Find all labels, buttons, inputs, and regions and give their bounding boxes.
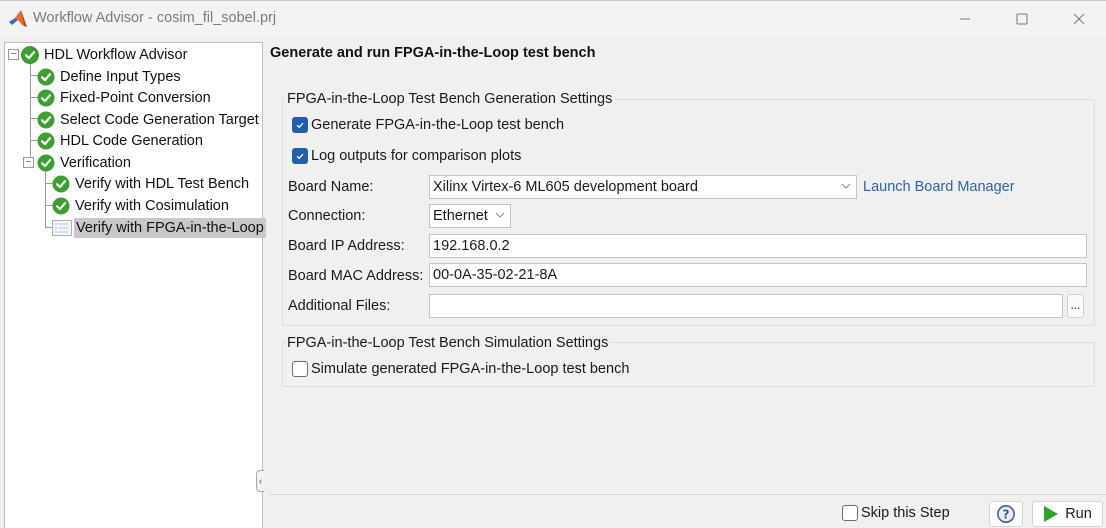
generate-tb-label: Generate FPGA-in-the-Loop test bench bbox=[311, 117, 565, 133]
tree-item-label: Verify with HDL Test Bench bbox=[75, 175, 250, 192]
board-name-value: Xilinx Virtex-6 ML605 development board bbox=[433, 179, 698, 195]
tree-item-define-input-types[interactable]: Define Input Types bbox=[37, 66, 183, 87]
generate-tb-checkbox[interactable] bbox=[292, 117, 308, 133]
tree-item-hdl-code-generation[interactable]: HDL Code Generation bbox=[37, 130, 205, 151]
run-label: Run bbox=[1065, 506, 1092, 522]
check-circle-icon bbox=[37, 68, 55, 85]
tree-item-label: HDL Workflow Advisor bbox=[44, 46, 188, 63]
tree-item-verification[interactable]: Verification bbox=[37, 152, 133, 173]
check-circle-icon bbox=[52, 197, 70, 214]
tree-item-verify-with-fpga-in-the-loop[interactable]: Verify with FPGA-in-the-Loop bbox=[52, 217, 266, 238]
simulate-tb-label: Simulate generated FPGA-in-the-Loop test… bbox=[311, 361, 630, 377]
board-mac-label: Board MAC Address: bbox=[288, 268, 424, 284]
board-mac-input[interactable]: 00-0A-35-02-21-8A bbox=[429, 263, 1087, 287]
launch-board-manager-link[interactable]: Launch Board Manager bbox=[863, 179, 1015, 195]
checkmark-icon bbox=[296, 153, 304, 160]
chevron-down-icon bbox=[495, 212, 505, 218]
tree-connector bbox=[30, 61, 31, 164]
title-bar: Workflow Advisor - cosim_fil_sobel.prj bbox=[0, 0, 1106, 36]
tree-item-label: Define Input Types bbox=[60, 68, 181, 85]
tree-item-verify-with-cosimulation[interactable]: Verify with Cosimulation bbox=[52, 195, 231, 216]
chevron-down-icon bbox=[841, 183, 851, 189]
log-outputs-label: Log outputs for comparison plots bbox=[311, 148, 522, 164]
help-icon: ? bbox=[997, 505, 1015, 523]
maximize-icon bbox=[1016, 13, 1028, 25]
help-button[interactable]: ? bbox=[989, 501, 1023, 527]
generation-settings-group bbox=[282, 99, 1095, 326]
play-icon bbox=[1044, 506, 1059, 522]
tree-item-label: Verification bbox=[60, 154, 131, 171]
board-ip-label: Board IP Address: bbox=[288, 238, 405, 254]
footer-divider bbox=[270, 494, 1106, 495]
check-circle-icon bbox=[37, 111, 55, 128]
close-icon bbox=[1073, 13, 1085, 25]
connection-value: Ethernet bbox=[433, 208, 488, 224]
expander-hdl-workflow-advisor[interactable]: − bbox=[8, 49, 19, 60]
simulate-tb-checkbox[interactable] bbox=[292, 361, 308, 377]
svg-text:?: ? bbox=[1003, 508, 1010, 522]
matlab-logo-icon bbox=[9, 10, 27, 27]
chevron-left-icon: ‹ bbox=[258, 475, 263, 487]
expander-verification[interactable]: − bbox=[23, 157, 34, 168]
tree-item-label: HDL Code Generation bbox=[60, 132, 203, 149]
board-ip-input[interactable]: 192.168.0.2 bbox=[429, 234, 1087, 258]
tree-item-label: Verify with Cosimulation bbox=[75, 197, 229, 214]
task-panel: Generate and run FPGA-in-the-Loop test b… bbox=[264, 42, 1106, 528]
connection-dropdown[interactable]: Ethernet bbox=[429, 204, 511, 228]
generation-settings-legend: FPGA-in-the-Loop Test Bench Generation S… bbox=[285, 90, 615, 108]
collapse-panel-handle[interactable]: ‹ bbox=[256, 470, 264, 492]
additional-files-input[interactable] bbox=[429, 294, 1063, 318]
run-button[interactable]: Run bbox=[1032, 501, 1103, 527]
workflow-tree: − − HDL Workflow Advisor Define Input Ty… bbox=[4, 42, 266, 528]
skip-step-label: Skip this Step bbox=[861, 505, 950, 521]
board-name-label: Board Name: bbox=[288, 179, 374, 195]
log-outputs-checkbox[interactable] bbox=[292, 148, 308, 164]
task-title: Generate and run FPGA-in-the-Loop test b… bbox=[270, 45, 596, 61]
tree-item-label: Verify with FPGA-in-the-Loop bbox=[74, 217, 266, 238]
check-circle-icon bbox=[37, 154, 55, 171]
close-button[interactable] bbox=[1056, 1, 1102, 37]
skip-step-checkbox-row[interactable]: Skip this Step bbox=[842, 505, 950, 521]
additional-files-label: Additional Files: bbox=[288, 298, 391, 314]
connection-label: Connection: bbox=[288, 208, 366, 224]
tree-item-hdl-workflow-advisor[interactable]: HDL Workflow Advisor bbox=[21, 44, 189, 65]
tree-item-fixed-point-conversion[interactable]: Fixed-Point Conversion bbox=[37, 87, 213, 108]
board-name-dropdown[interactable]: Xilinx Virtex-6 ML605 development board bbox=[429, 175, 857, 199]
log-outputs-checkbox-row[interactable]: Log outputs for comparison plots bbox=[292, 148, 521, 164]
tree-connector bbox=[45, 171, 46, 228]
tree-item-verify-with-hdl-test-bench[interactable]: Verify with HDL Test Bench bbox=[52, 173, 251, 194]
maximize-button[interactable] bbox=[999, 1, 1045, 37]
check-circle-icon bbox=[37, 132, 55, 149]
checkmark-icon bbox=[296, 122, 304, 129]
check-circle-icon bbox=[52, 175, 70, 192]
simulation-settings-legend: FPGA-in-the-Loop Test Bench Simulation S… bbox=[285, 334, 611, 352]
simulate-tb-checkbox-row[interactable]: Simulate generated FPGA-in-the-Loop test… bbox=[292, 361, 629, 377]
window-title: Workflow Advisor - cosim_fil_sobel.prj bbox=[33, 10, 277, 26]
skip-step-checkbox[interactable] bbox=[842, 505, 858, 521]
tree-item-label: Fixed-Point Conversion bbox=[60, 89, 211, 106]
tree-item-label: Select Code Generation Target bbox=[60, 111, 259, 128]
tree-item-select-code-generation-target[interactable]: Select Code Generation Target bbox=[37, 109, 261, 130]
task-not-run-icon bbox=[52, 219, 72, 236]
check-circle-icon bbox=[21, 45, 39, 64]
generate-tb-checkbox-row[interactable]: Generate FPGA-in-the-Loop test bench bbox=[292, 117, 564, 133]
minimize-button[interactable] bbox=[942, 1, 988, 37]
browse-files-button[interactable]: ... bbox=[1067, 294, 1084, 318]
minimize-icon bbox=[960, 18, 970, 20]
check-circle-icon bbox=[37, 89, 55, 106]
